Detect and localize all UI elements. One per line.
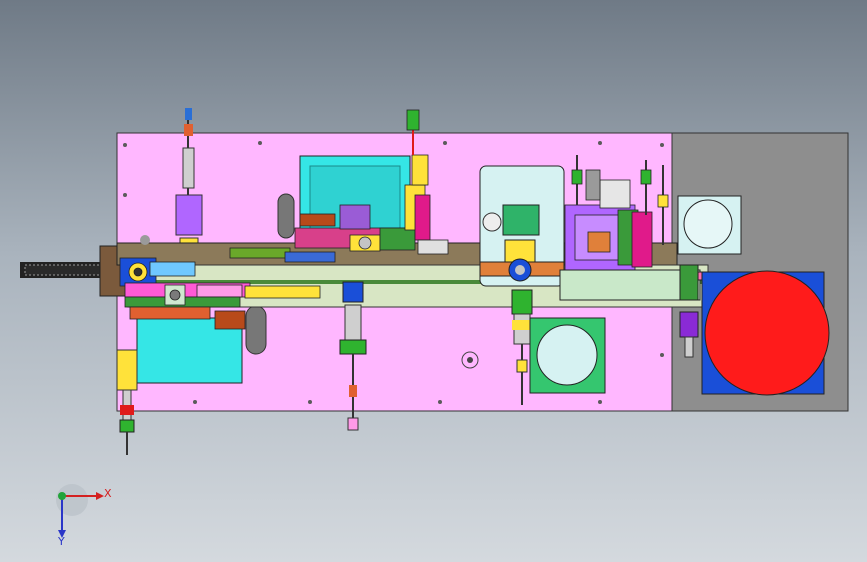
bridge-rail [559, 269, 701, 301]
bore-hole [482, 212, 502, 232]
cad-viewport[interactable]: X Y [0, 0, 867, 562]
purple-actuator [679, 311, 699, 338]
x-axis-arrow [96, 492, 104, 500]
triad-origin [56, 484, 88, 516]
y-axis-label: Y [57, 535, 65, 548]
green-plate-cutout [536, 324, 598, 386]
green-bracket [502, 204, 540, 236]
round-knob [140, 235, 150, 245]
slot-plate-top [277, 193, 295, 239]
bridge-green-block [679, 264, 699, 301]
purple-actuator-rod [684, 336, 694, 358]
coordinate-triad: X Y [56, 484, 112, 548]
y-axis-dot [58, 492, 66, 500]
slot-plate-left [245, 305, 267, 355]
light-plate-right-cutout [683, 199, 733, 249]
turntable [704, 270, 830, 396]
bolt-pattern-center [467, 357, 473, 363]
feeder-rail-inner [24, 264, 106, 276]
motor-center-hub [515, 265, 525, 275]
assembly-drawing: X Y [20, 108, 849, 548]
x-axis-label: X [104, 487, 112, 500]
